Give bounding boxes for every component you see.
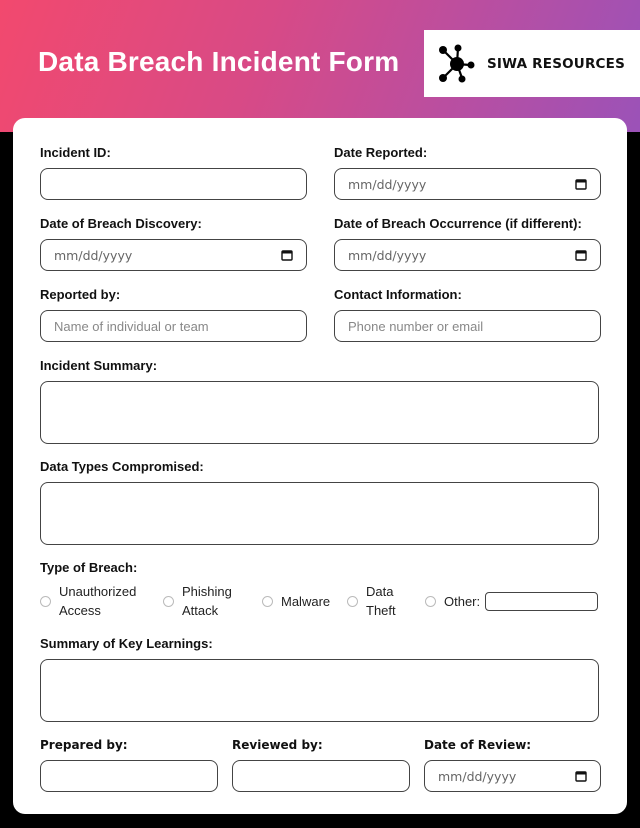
date-placeholder: mm/dd/yyyy — [348, 176, 427, 192]
radio-button[interactable] — [40, 595, 51, 607]
radio-button[interactable] — [163, 595, 174, 607]
radio-other[interactable]: Other: — [425, 592, 480, 611]
calendar-icon[interactable] — [281, 249, 293, 261]
date-discovery-label: Date of Breach Discovery: — [40, 216, 202, 231]
breach-type-label: Type of Breach: — [40, 560, 138, 575]
date-discovery-input[interactable]: mm/dd/yyyy — [40, 239, 307, 271]
option-label: Access — [59, 603, 101, 618]
radio-button[interactable] — [262, 596, 273, 607]
option-label: Theft — [366, 603, 396, 618]
data-types-label: Data Types Compromised: — [40, 459, 204, 474]
brand-name: SIWA RESOURCES — [487, 55, 626, 72]
incident-id-input[interactable] — [40, 168, 307, 200]
incident-id-label: Incident ID: — [40, 145, 111, 160]
reported-by-placeholder: Name of individual or team — [54, 318, 209, 334]
header-banner: Data Breach Incident Form SIWA RESOURCES — [0, 0, 640, 132]
other-breach-input[interactable] — [485, 592, 598, 611]
radio-data-theft[interactable]: Data Theft — [347, 582, 396, 620]
date-reported-label: Date Reported: — [334, 145, 428, 160]
brand-logo: SIWA RESOURCES — [424, 30, 640, 97]
radio-button[interactable] — [347, 595, 358, 607]
option-label: Attack — [182, 603, 219, 618]
option-label: Phishing — [182, 584, 232, 599]
date-placeholder: mm/dd/yyyy — [438, 768, 517, 784]
network-hub-icon — [439, 44, 475, 82]
date-reported-input[interactable]: mm/dd/yyyy — [334, 168, 601, 200]
option-label: Unauthorized — [59, 584, 137, 599]
data-types-textarea[interactable] — [40, 482, 599, 545]
option-label: Other: — [444, 594, 481, 609]
prepared-by-label: Prepared by: — [40, 738, 128, 752]
prepared-by-input[interactable] — [40, 760, 218, 792]
contact-info-input[interactable]: Phone number or email — [334, 310, 601, 342]
radio-phishing-attack[interactable]: Phishing Attack — [163, 582, 232, 620]
reported-by-label: Reported by: — [40, 287, 121, 302]
radio-unauthorized-access[interactable]: Unauthorized Access — [40, 582, 136, 620]
breach-type-group: Unauthorized Access Phishing Attack Malwar… — [40, 582, 600, 622]
calendar-icon[interactable] — [575, 249, 587, 261]
key-learnings-label: Summary of Key Learnings: — [40, 636, 213, 651]
calendar-icon[interactable] — [575, 770, 587, 782]
option-label: Malware — [281, 594, 331, 609]
date-occurrence-label: Date of Breach Occurrence (if different)… — [334, 216, 582, 231]
calendar-icon[interactable] — [575, 178, 587, 190]
date-review-label: Date of Review: — [424, 738, 532, 752]
contact-info-label: Contact Information: — [334, 287, 462, 302]
form-card: Incident ID: Date Reported: mm/dd/yyyy D… — [13, 118, 627, 814]
radio-button[interactable] — [425, 596, 436, 607]
incident-summary-label: Incident Summary: — [40, 358, 158, 373]
reviewed-by-input[interactable] — [232, 760, 410, 792]
incident-summary-textarea[interactable] — [40, 381, 599, 444]
date-placeholder: mm/dd/yyyy — [54, 247, 133, 263]
contact-info-placeholder: Phone number or email — [348, 318, 484, 334]
page-title: Data Breach Incident Form — [38, 46, 400, 77]
date-review-input[interactable]: mm/dd/yyyy — [424, 760, 601, 792]
reviewed-by-label: Reviewed by: — [232, 738, 323, 752]
radio-malware[interactable]: Malware — [262, 592, 330, 611]
date-occurrence-input[interactable]: mm/dd/yyyy — [334, 239, 601, 271]
date-placeholder: mm/dd/yyyy — [348, 247, 427, 263]
option-label: Data — [366, 584, 394, 599]
key-learnings-textarea[interactable] — [40, 659, 599, 722]
reported-by-input[interactable]: Name of individual or team — [40, 310, 307, 342]
